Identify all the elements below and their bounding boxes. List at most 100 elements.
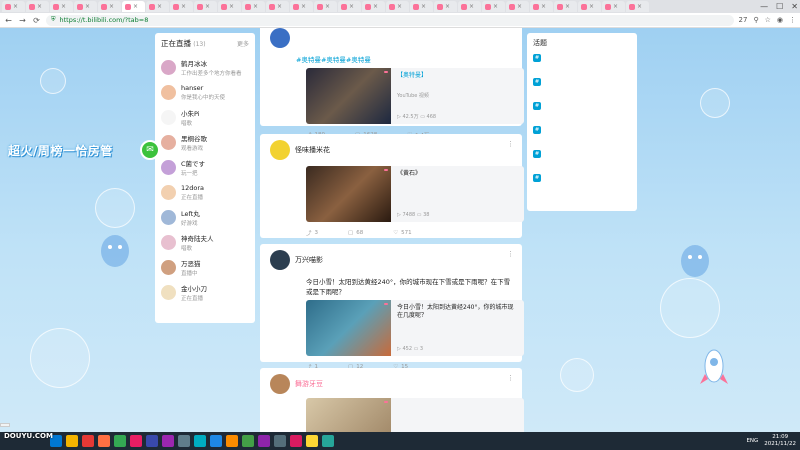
- taskbar-app-icon[interactable]: [210, 435, 222, 447]
- browser-tab[interactable]: ×: [578, 1, 601, 12]
- avatar[interactable]: [161, 110, 176, 125]
- close-tab-icon[interactable]: ×: [541, 3, 546, 10]
- taskbar-app-icon[interactable]: [146, 435, 158, 447]
- close-tab-icon[interactable]: ×: [37, 3, 42, 10]
- close-tab-icon[interactable]: ×: [277, 3, 282, 10]
- browser-tab[interactable]: ×: [482, 1, 505, 12]
- taskbar-app-icon[interactable]: [114, 435, 126, 447]
- close-tab-icon[interactable]: ×: [421, 3, 426, 10]
- browser-tab[interactable]: ×: [266, 1, 289, 12]
- topic-item[interactable]: #: [533, 102, 631, 126]
- taskbar-app-icon[interactable]: [178, 435, 190, 447]
- more-icon[interactable]: ⋮: [507, 374, 514, 382]
- video-thumbnail[interactable]: [306, 398, 391, 432]
- live-item[interactable]: hanser 你是我心中的天使: [161, 80, 249, 105]
- taskbar-app-icon[interactable]: [226, 435, 238, 447]
- topic-item[interactable]: #: [533, 126, 631, 150]
- video-embed[interactable]: 【奥特曼】 YouTube 视频 ▷ 42.5万 ▭ 468: [306, 68, 524, 124]
- live-item[interactable]: 万恶猫 直播中: [161, 255, 249, 280]
- close-tab-icon[interactable]: ×: [181, 3, 186, 10]
- topic-item[interactable]: #: [533, 174, 631, 198]
- avatar[interactable]: [161, 285, 176, 300]
- back-button[interactable]: ←: [4, 16, 13, 25]
- taskbar-app-icon[interactable]: [290, 435, 302, 447]
- video-embed[interactable]: 今日小雪！太阳到达黄经240°，你的城市现在几度呢？ ▷ 452 ▭ 3: [306, 300, 524, 356]
- topic-item[interactable]: #: [533, 54, 631, 78]
- like-button[interactable]: ♡ 571: [393, 229, 411, 237]
- live-item[interactable]: 金小小刀 正在直播: [161, 280, 249, 305]
- browser-tab[interactable]: ×: [242, 1, 265, 12]
- browser-tab[interactable]: ×: [74, 1, 97, 12]
- video-title[interactable]: 《黄石》: [397, 170, 429, 178]
- card-text[interactable]: #奥特曼#奥特曼#奥特曼: [296, 54, 512, 64]
- lang-indicator[interactable]: ENG: [746, 438, 758, 444]
- close-tab-icon[interactable]: ×: [13, 3, 18, 10]
- menu-icon[interactable]: ⋮: [789, 16, 796, 24]
- live-item[interactable]: 12dora 正在直播: [161, 180, 249, 205]
- browser-tab[interactable]: ×: [602, 1, 625, 12]
- profile-icon[interactable]: ◉: [777, 16, 783, 24]
- close-tab-icon[interactable]: ×: [229, 3, 234, 10]
- comment-button[interactable]: ▢ 68: [348, 229, 363, 237]
- share-button[interactable]: ⤴ 3: [306, 229, 318, 237]
- live-item[interactable]: Left丸 好游戏: [161, 205, 249, 230]
- taskbar-app-icon[interactable]: [66, 435, 78, 447]
- taskbar-app-icon[interactable]: [194, 435, 206, 447]
- close-tab-icon[interactable]: ×: [61, 3, 66, 10]
- browser-tab[interactable]: ×: [386, 1, 409, 12]
- video-title[interactable]: 【奥特曼】: [397, 72, 436, 80]
- browser-tab[interactable]: ×: [410, 1, 433, 12]
- extensions-icon[interactable]: ⚲: [753, 16, 758, 24]
- close-tab-icon[interactable]: ×: [325, 3, 330, 10]
- avatar[interactable]: [161, 260, 176, 275]
- video-thumbnail[interactable]: [306, 166, 391, 222]
- close-tab-icon[interactable]: ×: [445, 3, 450, 10]
- close-tab-icon[interactable]: ×: [397, 3, 402, 10]
- close-tab-icon[interactable]: ×: [109, 3, 114, 10]
- clock[interactable]: 21:09 2021/11/22: [764, 434, 796, 448]
- browser-tab[interactable]: ×: [194, 1, 217, 12]
- avatar[interactable]: [161, 160, 176, 175]
- avatar[interactable]: [270, 374, 290, 394]
- live-item[interactable]: C菌です 玩一把: [161, 155, 249, 180]
- card-username[interactable]: 舞游牙豆: [295, 379, 323, 389]
- live-item[interactable]: 神奇陆夫人 唱歌: [161, 230, 249, 255]
- extension-badge[interactable]: 27: [739, 16, 748, 24]
- avatar[interactable]: [161, 185, 176, 200]
- close-tab-icon[interactable]: ×: [157, 3, 162, 10]
- browser-tab[interactable]: ×: [122, 1, 145, 12]
- browser-tab[interactable]: ×: [314, 1, 337, 12]
- browser-tab[interactable]: ×: [530, 1, 553, 12]
- taskbar-app-icon[interactable]: [242, 435, 254, 447]
- taskbar-app-icon[interactable]: [98, 435, 110, 447]
- avatar[interactable]: [161, 85, 176, 100]
- live-item[interactable]: 黑桐谷歌 观看游戏: [161, 130, 249, 155]
- video-thumbnail[interactable]: [306, 68, 391, 124]
- more-icon[interactable]: ⋮: [507, 140, 514, 148]
- bookmark-icon[interactable]: ☆: [765, 16, 771, 24]
- browser-tab[interactable]: ×: [506, 1, 529, 12]
- close-icon[interactable]: ✕: [791, 2, 798, 11]
- close-tab-icon[interactable]: ×: [469, 3, 474, 10]
- live-more-link[interactable]: 更多: [237, 39, 249, 48]
- live-item[interactable]: 小朱Pi 唱歌: [161, 105, 249, 130]
- avatar[interactable]: [161, 135, 176, 150]
- close-tab-icon[interactable]: ×: [133, 3, 138, 10]
- browser-tab[interactable]: ×: [362, 1, 385, 12]
- taskbar-app-icon[interactable]: [82, 435, 94, 447]
- card-username[interactable]: 怪味播米花: [295, 145, 330, 155]
- topic-item[interactable]: #: [533, 78, 631, 102]
- avatar[interactable]: [161, 60, 176, 75]
- browser-tab[interactable]: ×: [554, 1, 577, 12]
- browser-tab[interactable]: ×: [218, 1, 241, 12]
- reload-button[interactable]: ⟳: [32, 16, 41, 25]
- taskbar-app-icon[interactable]: [322, 435, 334, 447]
- video-embed[interactable]: 《黄石》 ▷ 7488 ▭ 38: [306, 166, 524, 222]
- close-tab-icon[interactable]: ×: [349, 3, 354, 10]
- close-tab-icon[interactable]: ×: [301, 3, 306, 10]
- close-tab-icon[interactable]: ×: [373, 3, 378, 10]
- close-tab-icon[interactable]: ×: [589, 3, 594, 10]
- browser-tab[interactable]: ×: [626, 1, 649, 12]
- avatar[interactable]: [161, 235, 176, 250]
- live-item[interactable]: 鹤月冰冰 工作出差多个地方你看看: [161, 55, 249, 80]
